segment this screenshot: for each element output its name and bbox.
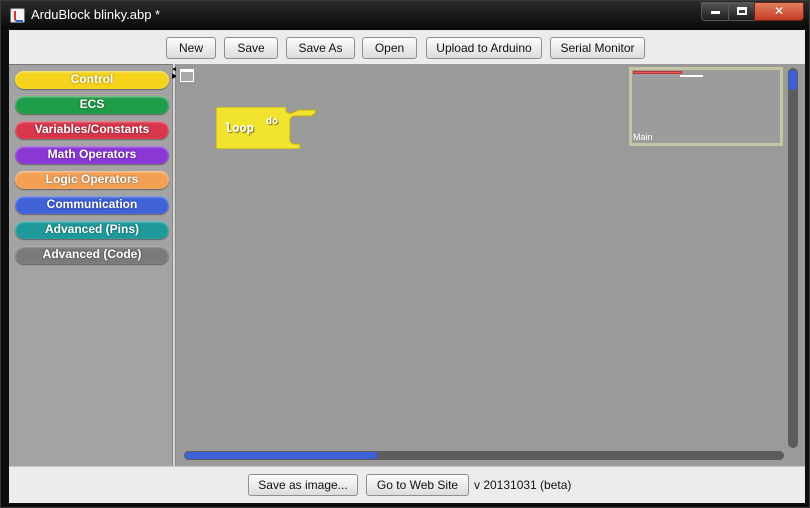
workspace-canvas[interactable]: loop do Main	[176, 64, 805, 466]
category-control[interactable]: Control	[15, 71, 169, 89]
serial-monitor-button[interactable]: Serial Monitor	[550, 37, 645, 59]
horizontal-scrollbar[interactable]	[184, 451, 784, 460]
category-communication[interactable]: Communication	[15, 196, 169, 214]
maximize-icon	[736, 7, 747, 15]
category-variables-constants[interactable]: Variables/Constants	[15, 121, 169, 139]
go-to-website-button[interactable]: Go to Web Site	[366, 474, 469, 496]
vertical-scrollbar[interactable]	[788, 68, 798, 448]
open-button[interactable]: Open	[362, 37, 417, 59]
close-icon: ✕	[773, 4, 785, 18]
toolbar: New Save Save As Open Upload to Arduino …	[9, 30, 805, 64]
title-bar[interactable]: ArduBlock blinky.abp * ✕	[1, 1, 809, 30]
category-advanced-pins[interactable]: Advanced (Pins)	[15, 221, 169, 239]
save-as-image-button[interactable]: Save as image...	[248, 474, 358, 496]
app-window: ArduBlock blinky.abp * ✕ New Save Save A…	[0, 0, 810, 508]
close-button[interactable]: ✕	[754, 2, 804, 21]
loop-keyword: loop	[225, 121, 254, 135]
minimap-page-label: Main	[633, 132, 653, 142]
upload-button[interactable]: Upload to Arduino	[426, 37, 542, 59]
window-title: ArduBlock blinky.abp *	[31, 7, 161, 22]
save-button[interactable]: Save	[224, 37, 278, 59]
new-button[interactable]: New	[166, 37, 216, 59]
category-logic-operators[interactable]: Logic Operators	[15, 171, 169, 189]
category-ecs[interactable]: ECS	[15, 96, 169, 114]
maximize-button[interactable]	[728, 2, 755, 21]
minimize-icon	[710, 11, 720, 14]
minimap[interactable]: Main	[629, 67, 783, 146]
page-corner-icon[interactable]	[180, 69, 194, 82]
category-advanced-code[interactable]: Advanced (Code)	[15, 246, 169, 264]
category-math-operators[interactable]: Math Operators	[15, 146, 169, 164]
bottom-bar: Save as image... Go to Web Site v 201310…	[9, 466, 805, 503]
java-app-icon	[10, 8, 25, 23]
minimap-block-preview	[680, 75, 703, 77]
save-as-button[interactable]: Save As	[286, 37, 355, 59]
client-area: New Save Save As Open Upload to Arduino …	[9, 30, 805, 503]
horizontal-scroll-thumb[interactable]	[185, 452, 378, 459]
version-label: v 20131031 (beta)	[474, 478, 572, 492]
block-palette: Control ECS Variables/Constants Math Ope…	[9, 64, 172, 466]
do-socket-label: do	[266, 116, 279, 127]
vertical-scroll-thumb[interactable]	[789, 70, 797, 90]
minimap-viewport-indicator	[633, 71, 682, 74]
minimize-button[interactable]	[701, 2, 729, 21]
